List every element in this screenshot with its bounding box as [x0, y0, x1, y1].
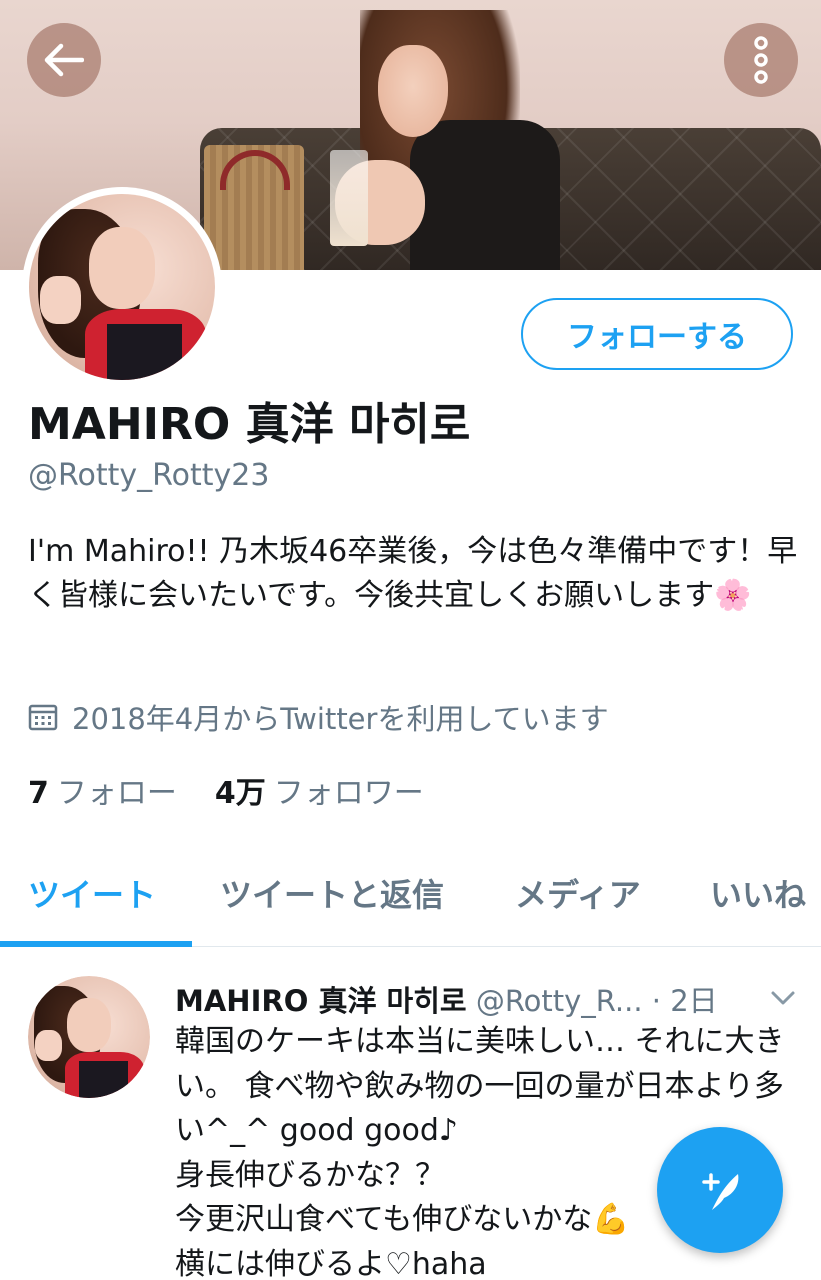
profile-name: MAHIRO 真洋 마히로 [28, 399, 471, 450]
compose-tweet-button[interactable] [657, 1127, 783, 1253]
tweet-timestamp[interactable]: 2日 [670, 984, 717, 1018]
followers-count: 4万 [214, 776, 266, 811]
tweet-author-name[interactable]: MAHIRO 真洋 마히로 [175, 984, 467, 1018]
tweet-author-handle[interactable]: @Rotty_R... [476, 984, 643, 1018]
profile-page: フォローする MAHIRO 真洋 마히로 @Rotty_Rotty23 I'm … [0, 0, 821, 1280]
followers-label: フォロワー [273, 776, 424, 811]
compose-tweet-icon [702, 1173, 739, 1210]
follow-button[interactable]: フォローする [521, 298, 793, 370]
more-vertical-icon [754, 36, 768, 84]
chevron-down-icon[interactable] [768, 985, 798, 1011]
profile-avatar[interactable] [22, 187, 222, 387]
tab-tweets-and-replies[interactable]: ツイートと返信 [220, 870, 444, 916]
joined-date-text: 2018年4月からTwitterを利用しています [72, 702, 609, 736]
following-count: 7 [28, 776, 49, 811]
tweet-header: MAHIRO 真洋 마히로 @Rotty_R... · 2日 [175, 978, 795, 1018]
tab-media[interactable]: メディア [515, 870, 641, 916]
tab-tweets[interactable]: ツイート [28, 870, 156, 916]
following-link[interactable]: 7 フォロー [28, 768, 177, 812]
profile-bio: I'm Mahiro!! 乃木坂46卒業後，今は色々準備中です！早く皆様に会いた… [28, 534, 798, 613]
tab-likes[interactable]: いいね [710, 870, 806, 916]
more-options-button[interactable] [724, 23, 798, 97]
following-label: フォロー [56, 776, 177, 811]
tweet-avatar[interactable] [28, 976, 150, 1098]
profile-handle: @Rotty_Rotty23 [28, 458, 270, 493]
profile-tabs: ツイート ツイートと返信 メディア いいね [0, 840, 821, 947]
follow-stats: 7 フォロー 4万 フォロワー [28, 768, 424, 812]
followers-link[interactable]: 4万 フォロワー [215, 768, 424, 812]
joined-date: 2018年4月からTwitterを利用しています [28, 696, 609, 738]
active-tab-indicator [0, 941, 192, 947]
arrow-left-icon [44, 43, 84, 77]
calendar-icon [28, 704, 58, 731]
tweet-separator: · [651, 984, 662, 1018]
back-button[interactable] [27, 23, 101, 97]
